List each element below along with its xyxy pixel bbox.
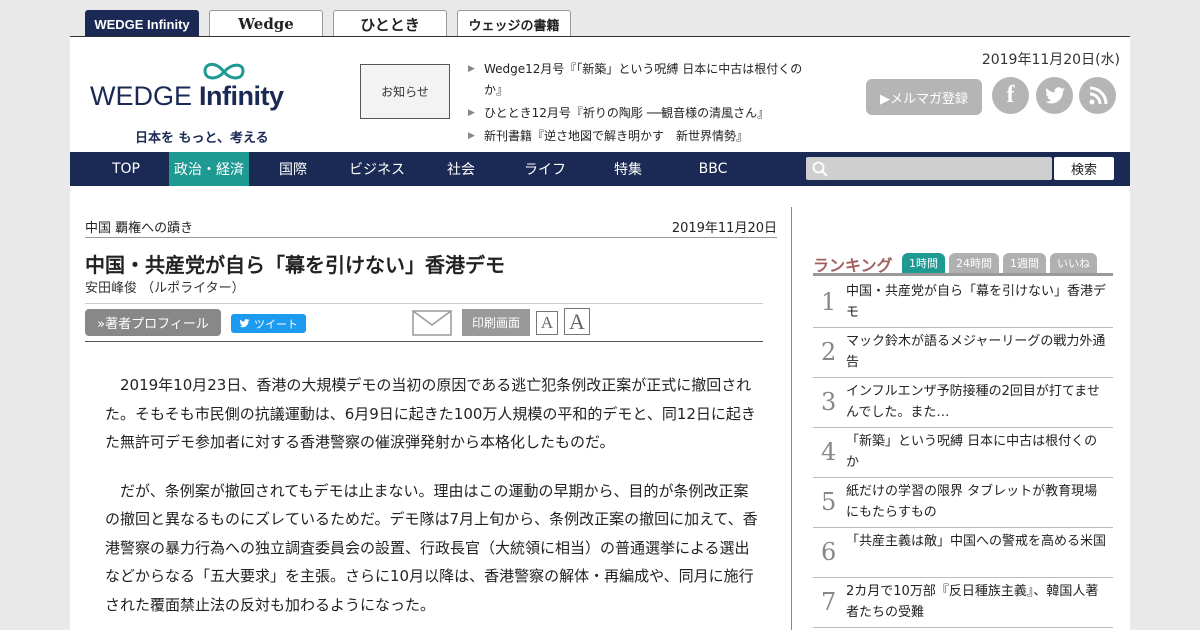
mailmag-button[interactable]: ▶メルマガ登録 <box>866 79 982 115</box>
ranking-tab-24h[interactable]: 24時間 <box>949 253 999 273</box>
article-paragraph: 2019年10月23日、香港の大規模デモの当初の原因である逃亡犯条例改正案が正式… <box>105 376 756 451</box>
ranking-item[interactable]: 4 「新築」という呪縛 日本に中古は根付くのか <box>813 428 1113 478</box>
notice-label-box: お知らせ <box>360 64 450 119</box>
article-title: 中国・共産党が自ら「幕を引けない」香港デモ <box>85 253 505 277</box>
rank-number: 1 <box>821 288 837 316</box>
article-series[interactable]: 中国 覇権への蹟き <box>85 217 193 236</box>
ranking-item[interactable]: 3 インフルエンザ予防接種の2回目が打てませんでした。また… <box>813 378 1113 428</box>
rank-number: 4 <box>821 438 837 466</box>
print-button[interactable]: 印刷画面 <box>462 309 530 336</box>
divider <box>813 273 1113 276</box>
notice-item[interactable]: 新刊書籍『逆さ地図で解き明かす 新世界情勢』 <box>468 126 813 147</box>
divider <box>85 303 763 304</box>
author-profile-button[interactable]: »著者プロフィール <box>85 309 221 336</box>
mail-icon[interactable] <box>412 310 452 336</box>
site-tabs: WEDGE Infinity Wedge ひととき ウェッジの書籍 <box>85 10 571 37</box>
main-nav: TOP 政治・経済 国際 ビジネス 社会 ライフ 特集 BBC 検索 <box>70 152 1130 186</box>
site-logo[interactable]: WEDGE Infinity 日本を もっと、考える <box>90 59 320 146</box>
column-divider <box>791 207 792 630</box>
ranking-item[interactable]: 2 マック鈴木が語るメジャーリーグの戦力外通告 <box>813 328 1113 378</box>
site-tab-books[interactable]: ウェッジの書籍 <box>457 10 571 37</box>
twitter-icon[interactable] <box>1036 77 1073 114</box>
rank-number: 2 <box>821 338 837 366</box>
logo-wordmark: WEDGE Infinity <box>90 81 284 111</box>
notice-item[interactable]: ひととき12月号『祈りの陶彫 ──観音様の清風さん』 <box>468 103 813 124</box>
site-tab-hitotoki[interactable]: ひととき <box>333 10 447 37</box>
search-input[interactable] <box>806 157 1052 180</box>
rank-number: 5 <box>821 488 837 516</box>
rank-number: 3 <box>821 388 837 416</box>
nav-item-life[interactable]: ライフ <box>510 152 580 186</box>
rank-title[interactable]: 「共産主義は敵」中国への警戒を高める米国 <box>846 531 1108 552</box>
article-paragraph: だが、条例案が撤回されてもデモは止まない。理由はこの運動の早期から、目的が条例改… <box>105 481 758 614</box>
article-author: 安田峰俊 （ルポライター） <box>85 281 245 296</box>
search-icon <box>812 161 828 177</box>
article-body: 2019年10月23日、香港の大規模デモの当初の原因である逃亡犯条例改正案が正式… <box>105 371 760 630</box>
divider <box>85 341 763 342</box>
search-button[interactable]: 検索 <box>1054 157 1114 180</box>
rank-number: 6 <box>821 538 837 566</box>
rank-title[interactable]: 2カ月で10万部『反日種族主義』、韓国人著者たちの受難 <box>846 581 1108 623</box>
nav-item-international[interactable]: 国際 <box>260 152 326 186</box>
font-size-small-button[interactable]: A <box>536 311 558 335</box>
notice-item[interactable]: Wedge12月号『「新築」という呪縛 日本に中古は根付くのか』 <box>468 59 813 101</box>
twitter-icon <box>239 319 250 328</box>
font-size-large-button[interactable]: A <box>564 308 590 335</box>
divider <box>85 237 777 238</box>
nav-item-politics-economy[interactable]: 政治・経済 <box>169 152 249 186</box>
rank-title[interactable]: マック鈴木が語るメジャーリーグの戦力外通告 <box>846 331 1108 373</box>
nav-item-special[interactable]: 特集 <box>595 152 661 186</box>
ranking-list: 1 中国・共産党が自ら「幕を引けない」香港デモ 2 マック鈴木が語るメジャーリーグの… <box>813 278 1113 628</box>
ranking-item[interactable]: 5 紙だけの学習の限界 タブレットが教育現場にもたらすもの <box>813 478 1113 528</box>
article-date: 2019年11月20日 <box>671 221 777 236</box>
site-tab-wedge[interactable]: Wedge <box>209 10 323 37</box>
nav-item-business[interactable]: ビジネス <box>338 152 416 186</box>
nav-item-bbc[interactable]: BBC <box>680 152 746 186</box>
ranking-tab-1w[interactable]: 1週間 <box>1003 253 1046 273</box>
nav-item-top[interactable]: TOP <box>90 152 162 186</box>
facebook-icon[interactable]: f <box>992 77 1029 114</box>
ranking-tabs: 1時間 24時間 1週間 いいね <box>902 253 1097 273</box>
ranking-tab-1h[interactable]: 1時間 <box>902 253 945 273</box>
rank-number: 7 <box>821 588 837 616</box>
rank-title[interactable]: インフルエンザ予防接種の2回目が打てませんでした。また… <box>846 381 1108 423</box>
header-date: 2019年11月20日(水) <box>981 52 1120 68</box>
tweet-label: ツイート <box>254 317 298 331</box>
rank-title[interactable]: 「新築」という呪縛 日本に中古は根付くのか <box>846 431 1108 473</box>
ranking-item[interactable]: 7 2カ月で10万部『反日種族主義』、韓国人著者たちの受難 <box>813 578 1113 628</box>
ranking-tab-likes[interactable]: いいね <box>1050 253 1097 273</box>
page: WEDGE Infinity 日本を もっと、考える お知らせ Wedge12月… <box>70 36 1130 630</box>
site-tab-wedge-infinity[interactable]: WEDGE Infinity <box>85 10 199 37</box>
nav-item-society[interactable]: 社会 <box>428 152 494 186</box>
notice-list: Wedge12月号『「新築」という呪縛 日本に中古は根付くのか』 ひととき12月… <box>468 59 813 149</box>
tweet-button[interactable]: ツイート <box>231 314 306 333</box>
ranking-item[interactable]: 1 中国・共産党が自ら「幕を引けない」香港デモ <box>813 278 1113 328</box>
logo-tagline: 日本を もっと、考える <box>135 131 269 146</box>
rss-icon[interactable] <box>1079 77 1116 114</box>
rank-title[interactable]: 紙だけの学習の限界 タブレットが教育現場にもたらすもの <box>846 481 1108 523</box>
rank-title[interactable]: 中国・共産党が自ら「幕を引けない」香港デモ <box>846 281 1108 323</box>
ranking-item[interactable]: 6 「共産主義は敵」中国への警戒を高める米国 <box>813 528 1113 578</box>
